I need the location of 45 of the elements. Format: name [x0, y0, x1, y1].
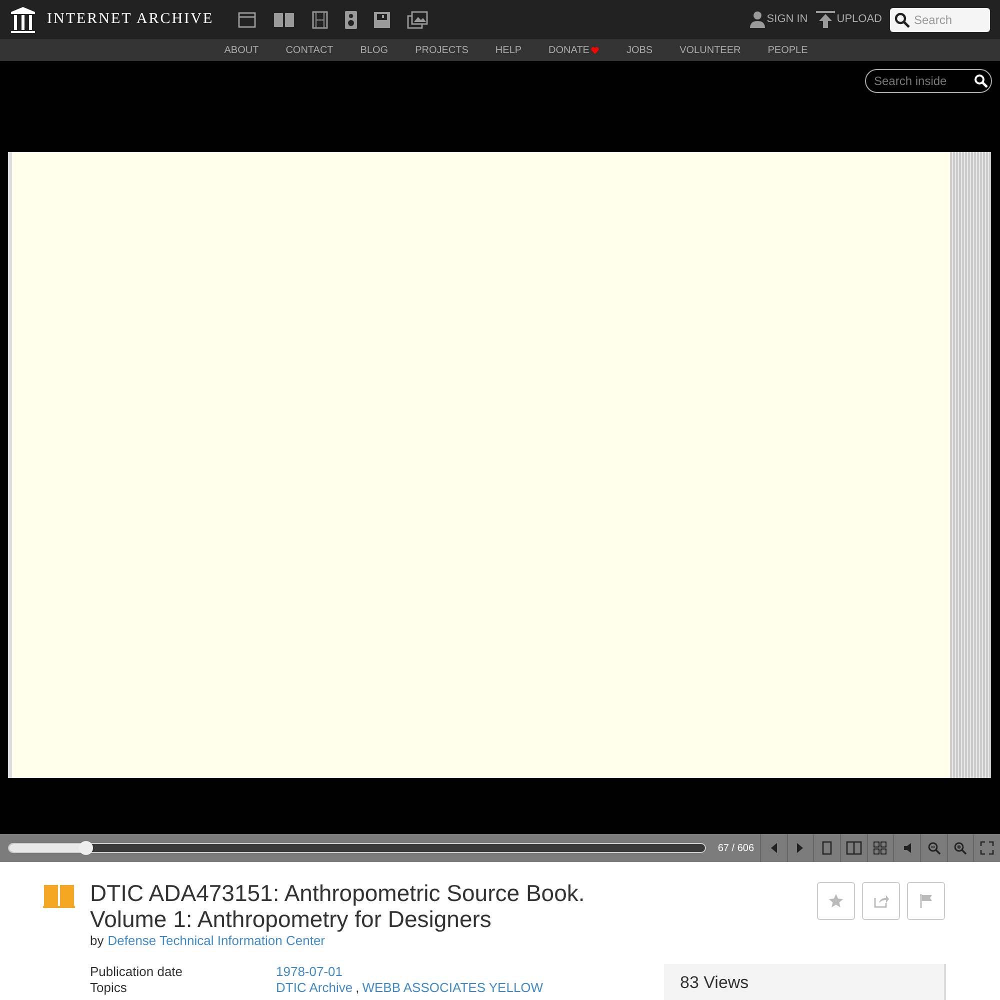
film-strip-icon[interactable]	[312, 10, 328, 28]
views-count: 83 Views	[680, 973, 749, 992]
previous-page-icon	[770, 843, 777, 853]
browser-window-icon[interactable]	[238, 12, 256, 28]
search-inside-field[interactable]: Search inside	[865, 69, 992, 93]
person-icon[interactable]	[750, 11, 765, 28]
fullscreen-icon	[978, 839, 996, 857]
open-book-icon	[43, 884, 75, 909]
metadata-label: Publication date	[90, 964, 184, 979]
speaker-icon	[904, 843, 911, 853]
item-title: DTIC ADA473151: Anthropometric Source Book. Volume 1: Anthropometry for Designers	[90, 880, 586, 932]
nav-link[interactable]: BLOG	[360, 42, 388, 58]
nav-link[interactable]: ABOUT	[224, 42, 259, 58]
nav-link[interactable]: JOBS	[626, 42, 653, 58]
metadata-label: Topics	[90, 980, 128, 995]
star-icon	[827, 892, 845, 910]
metadata-link[interactable]: 1978-07-01	[276, 964, 342, 979]
book-icon[interactable]	[272, 12, 295, 28]
speaker-icon[interactable]	[344, 10, 357, 28]
metadata-link[interactable]: WEBB ASSOCIATES YELLOW	[362, 980, 544, 995]
two-page-icon	[844, 839, 863, 857]
nav-link[interactable]: CONTACT	[286, 42, 334, 58]
by-label: by	[90, 933, 104, 949]
sign-in-link[interactable]: SIGN IN	[766, 11, 808, 28]
site-logo-text[interactable]: INTERNET ARCHIVE	[47, 8, 214, 31]
author-link[interactable]: Defense Technical Information Center	[108, 933, 326, 949]
images-icon[interactable]	[406, 10, 428, 28]
next-page-icon	[797, 843, 804, 853]
archive-building-logo-icon[interactable]	[10, 6, 36, 34]
nav-link[interactable]: PEOPLE	[768, 42, 808, 58]
metadata-link[interactable]: DTIC Archive	[276, 980, 353, 995]
slider-thumb[interactable]	[78, 841, 93, 855]
nav-link[interactable]: HELP	[495, 42, 522, 58]
upload-arrow-icon[interactable]	[816, 11, 835, 28]
search-field[interactable]: Search	[890, 8, 990, 32]
nav-link[interactable]: PROJECTS	[415, 42, 468, 58]
search-icon	[974, 74, 988, 88]
upload-link[interactable]: UPLOAD	[836, 11, 882, 28]
nav-link[interactable]: VOLUNTEER	[680, 42, 741, 58]
progress-slider[interactable]	[8, 843, 706, 853]
separator-comma: ,	[356, 980, 360, 995]
search-icon	[894, 12, 910, 28]
nav-link[interactable]: DONATE	[548, 42, 600, 58]
page-counter: 67 / 606	[718, 842, 756, 856]
grid-icon	[871, 839, 890, 857]
